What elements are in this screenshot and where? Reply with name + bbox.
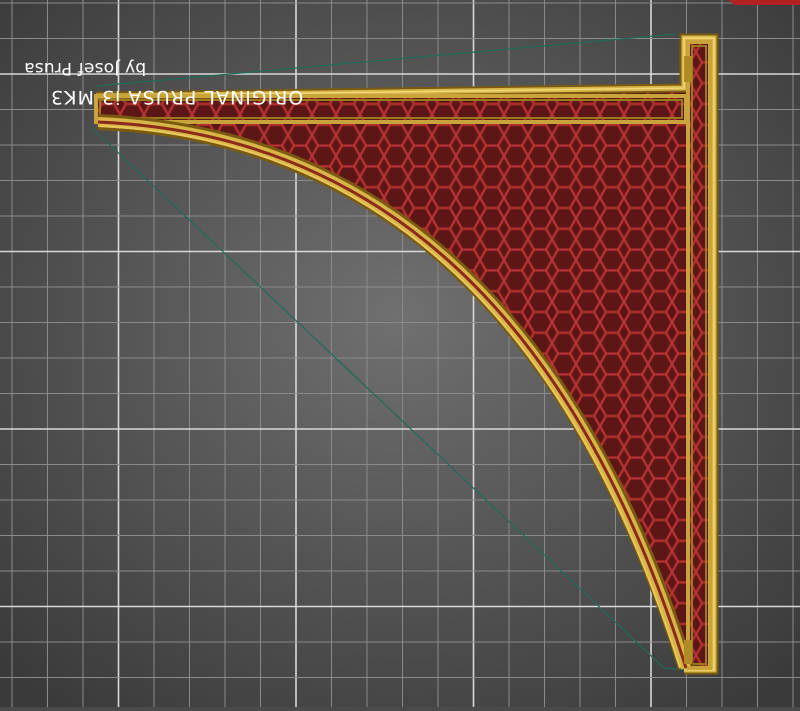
bed-logo-text-author: by Josef Prusa [24,58,147,78]
bed-logo-text-model: ORIGINAL PRUSA i3 MK3 [50,86,304,108]
3d-viewport[interactable]: by Josef Prusa ORIGINAL PRUSA i3 MK3 [0,0,800,707]
view-marker [728,0,800,5]
